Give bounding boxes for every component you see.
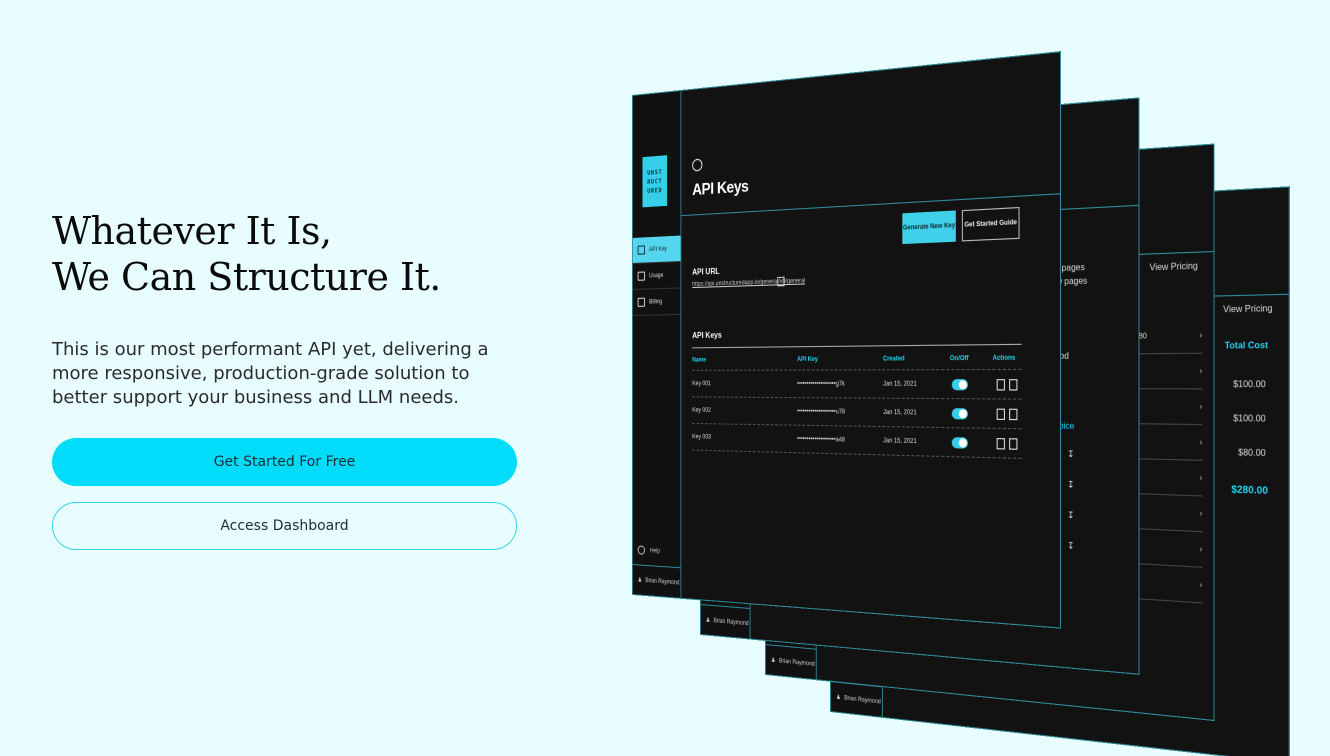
key-value: ••••••••••••••••••••u78 [797, 408, 846, 416]
api-url-label: API URL [692, 266, 720, 277]
column-header: API Key [797, 356, 818, 364]
cost-value: $100.00 [1233, 379, 1266, 390]
view-pricing-link[interactable]: View Pricing [1150, 261, 1198, 273]
list-item[interactable]: › [1138, 353, 1203, 390]
chevron-right-icon: › [1199, 367, 1203, 376]
copy-icon[interactable] [996, 408, 1005, 420]
list-item[interactable]: › [1138, 459, 1203, 497]
access-dashboard-button[interactable]: Access Dashboard [52, 502, 517, 550]
key-created: Jan 15, 2021 [882, 381, 917, 388]
user-name: Brian Raymond [844, 695, 881, 706]
key-icon [637, 245, 645, 255]
key-toggle[interactable] [951, 379, 968, 391]
key-name: Key 002 [692, 407, 711, 414]
download-icon[interactable]: ↧ [1067, 541, 1074, 552]
user-footer[interactable]: ♟ Brian Raymond [830, 681, 882, 717]
download-icon[interactable]: ↧ [1067, 510, 1074, 520]
get-started-guide-button[interactable]: Get Started Guide [961, 206, 1020, 242]
key-value: ••••••••••••••••••••g7k [797, 381, 845, 388]
chevron-right-icon: › [1199, 509, 1203, 518]
nav-item-usage[interactable]: Usage [632, 261, 681, 290]
user-icon: ♟ [770, 657, 776, 665]
page-title: API Keys [692, 177, 749, 200]
billing-icon [637, 297, 645, 307]
user-footer[interactable]: ♟ Brian Raymond [765, 644, 816, 680]
unstructured-logo: UNST RUCT URED [642, 155, 668, 208]
list-item[interactable]: › [1138, 564, 1203, 604]
chevron-right-icon: › [1199, 438, 1203, 447]
key-toggle[interactable] [951, 437, 968, 449]
copy-icon[interactable] [996, 437, 1005, 450]
list-item[interactable]: 80 › [1138, 318, 1203, 355]
chevron-right-icon: › [1199, 580, 1203, 590]
help-icon [637, 545, 645, 555]
help-link[interactable]: Help [637, 545, 660, 555]
table-row[interactable]: Key 001 ••••••••••••••••••••g7k Jan 15, … [692, 368, 1022, 400]
list-item[interactable]: › [1138, 424, 1203, 461]
cost-total: $280.00 [1231, 483, 1268, 497]
api-keys-section-label: API Keys [692, 330, 722, 341]
key-name: Key 001 [692, 381, 711, 388]
key-icon [692, 158, 703, 172]
mockup-panel-api-keys: UNST RUCT URED API Key Usage Billing Hel… [632, 51, 1062, 629]
user-icon: ♟ [705, 617, 711, 624]
hero-section: Whatever It Is, We Can Structure It. Thi… [52, 208, 532, 410]
cost-value: $100.00 [1233, 413, 1266, 424]
key-name: Key 003 [692, 434, 711, 441]
user-name: Brian Raymond [713, 617, 749, 627]
total-cost-header: Total Cost [1224, 340, 1268, 351]
headline-line-1: Whatever It Is, [52, 209, 332, 253]
key-created: Jan 15, 2021 [882, 409, 917, 417]
column-header: On/Off [949, 355, 969, 363]
chevron-right-icon: › [1199, 474, 1203, 483]
cost-value: $80.00 [1238, 447, 1266, 459]
keys-table-header: Name API Key Created On/Off Actions [692, 343, 1022, 371]
chevron-right-icon: › [1199, 331, 1203, 340]
trash-icon[interactable] [1009, 408, 1018, 421]
column-header: Actions [992, 355, 1016, 363]
mockup-sidebar: UNST RUCT URED API Key Usage Billing Hel… [632, 90, 682, 598]
download-icon[interactable]: ↧ [1067, 449, 1074, 459]
column-header: Name [692, 357, 707, 364]
user-footer[interactable]: ♟ Brian Raymond [632, 564, 681, 598]
user-icon: ♟ [836, 694, 841, 702]
hero-description: This is our most performant API yet, del… [52, 339, 489, 408]
usage-list: 80 › › › › › › › › [1138, 318, 1203, 604]
nav-item-billing[interactable]: Billing [632, 288, 681, 316]
chevron-right-icon: › [1199, 402, 1203, 411]
column-header: Created [882, 356, 905, 363]
download-icon[interactable]: ↧ [1067, 480, 1074, 490]
dashboard-mockup: View Pricing Total Cost $100.00 $100.00 … [560, 0, 1330, 756]
generate-new-key-button[interactable]: Generate New Key [902, 210, 956, 245]
user-footer[interactable]: ♟ Brian Raymond [700, 604, 750, 639]
headline-line-2: We Can Structure It. [52, 255, 441, 299]
copy-icon[interactable] [996, 379, 1005, 391]
view-pricing-link[interactable]: View Pricing [1223, 303, 1272, 314]
copy-icon[interactable] [777, 276, 785, 287]
api-url-link[interactable]: https://api.unstructuredapp.io/general/v… [692, 278, 805, 288]
trash-icon[interactable] [1009, 438, 1018, 450]
key-toggle[interactable] [951, 408, 968, 420]
hero-headline: Whatever It Is, We Can Structure It. [52, 208, 532, 300]
list-item[interactable]: › [1138, 529, 1203, 568]
user-name: Brian Raymond [645, 577, 680, 587]
trash-icon[interactable] [1009, 379, 1018, 391]
get-started-button[interactable]: Get Started For Free [52, 438, 517, 486]
user-name: Brian Raymond [778, 657, 815, 668]
user-icon: ♟ [637, 577, 643, 584]
list-item[interactable]: › [1138, 494, 1203, 533]
nav-item-api-key[interactable]: API Key [632, 235, 681, 264]
list-item[interactable]: › [1138, 389, 1203, 426]
chevron-right-icon: › [1199, 545, 1203, 554]
key-value: ••••••••••••••••••••a48 [797, 436, 846, 444]
usage-icon [637, 271, 645, 281]
key-created: Jan 15, 2021 [882, 437, 917, 446]
